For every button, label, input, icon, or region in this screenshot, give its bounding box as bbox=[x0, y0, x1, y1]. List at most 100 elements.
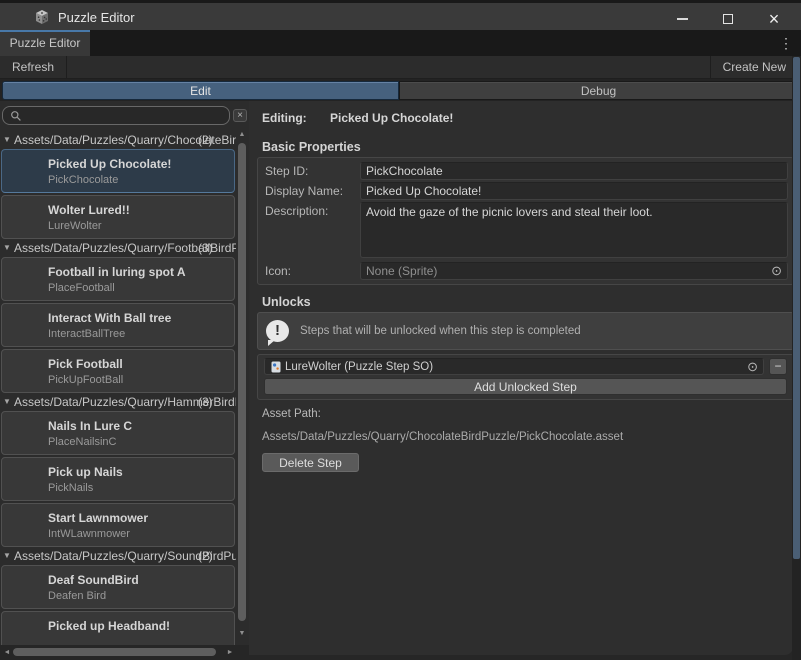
scroll-right-icon[interactable]: ► bbox=[224, 649, 236, 656]
sidebar-hscroll-thumb[interactable] bbox=[13, 648, 216, 656]
close-icon: × bbox=[769, 11, 780, 27]
window-title: Puzzle Editor bbox=[58, 10, 135, 25]
unlocks-help-text: Steps that will be unlocked when this st… bbox=[300, 325, 581, 337]
display-name-row: Display Name: bbox=[265, 182, 788, 200]
refresh-button[interactable]: Refresh bbox=[0, 56, 67, 78]
tab-edit[interactable]: Edit bbox=[2, 81, 399, 100]
puzzle-step-item[interactable]: Wolter Lured!!LureWolter bbox=[1, 195, 235, 239]
foldout-icon: ▼ bbox=[3, 397, 11, 406]
scriptable-object-icon bbox=[270, 361, 282, 373]
scroll-up-icon[interactable]: ▲ bbox=[236, 131, 248, 138]
icon-object-field[interactable]: None (Sprite) ⊙ bbox=[360, 262, 788, 280]
step-id: IntWLawnmower bbox=[48, 528, 130, 540]
puzzle-step-item[interactable]: Start LawnmowerIntWLawnmower bbox=[1, 503, 235, 547]
step-title: Football in luring spot A bbox=[48, 265, 186, 279]
puzzle-step-item[interactable]: Pick Football PickUpFootBall bbox=[1, 349, 235, 393]
search-icon bbox=[10, 110, 22, 122]
step-title: Interact With Ball tree bbox=[48, 311, 171, 325]
step-id-input[interactable] bbox=[360, 162, 788, 180]
description-input[interactable]: Avoid the gaze of the picnic lovers and … bbox=[360, 202, 788, 258]
toolbar: Refresh Create New bbox=[0, 56, 801, 79]
puzzle-editor-window: Puzzle Editor × Puzzle Editor ⋮ Refresh … bbox=[0, 0, 801, 660]
group-count: (3) bbox=[198, 241, 213, 255]
basic-properties-title: Basic Properties bbox=[262, 140, 361, 154]
sidebar: × ▼Assets/Data/Puzzles/Quarry/ChocolateB… bbox=[0, 101, 249, 658]
group-header[interactable]: ▼Assets/Data/Puzzles/Quarry/HammerBirdPu… bbox=[0, 395, 249, 409]
step-id: PickChocolate bbox=[48, 174, 118, 186]
unlock-object-name: LureWolter (Puzzle Step SO) bbox=[285, 361, 747, 373]
window-vertical-scrollbar[interactable] bbox=[792, 56, 801, 660]
step-title: Picked up Headband! bbox=[48, 619, 170, 633]
puzzle-step-item[interactable]: Interact With Ball tree InteractBallTree bbox=[1, 303, 235, 347]
puzzle-step-item[interactable]: Nails In Lure CPlaceNailsinC bbox=[1, 411, 235, 455]
sidebar-horizontal-scrollbar[interactable]: ◄ ► bbox=[0, 645, 249, 659]
exclamation-glyph: ! bbox=[275, 322, 280, 339]
puzzle-step-item[interactable]: Picked Up Chocolate! PickChocolate bbox=[1, 149, 235, 193]
create-new-button[interactable]: Create New bbox=[710, 56, 798, 78]
kebab-menu-icon: ⋮ bbox=[779, 35, 793, 51]
group-header[interactable]: ▼Assets/Data/Puzzles/Quarry/SoundBirdPuz… bbox=[0, 549, 249, 563]
step-id-label: Step ID: bbox=[265, 162, 360, 180]
group-header[interactable]: ▼Assets/Data/Puzzles/Quarry/ChocolateBir… bbox=[0, 133, 249, 147]
search-field[interactable] bbox=[2, 106, 230, 125]
group-header[interactable]: ▼Assets/Data/Puzzles/Quarry/FootballBird… bbox=[0, 241, 249, 255]
puzzle-step-item[interactable]: Pick up NailsPickNails bbox=[1, 457, 235, 501]
minimize-icon bbox=[677, 18, 688, 20]
info-bubble-icon: ! bbox=[266, 320, 289, 342]
unlock-entry: LureWolter (Puzzle Step SO)⊙− bbox=[264, 358, 787, 375]
unlocks-list-box: LureWolter (Puzzle Step SO)⊙− Add Unlock… bbox=[257, 354, 794, 400]
description-row: Description: Avoid the gaze of the picni… bbox=[265, 202, 788, 260]
delete-step-button[interactable]: Delete Step bbox=[262, 453, 359, 472]
tab-bar: Puzzle Editor ⋮ bbox=[0, 30, 801, 56]
unlock-entries: LureWolter (Puzzle Step SO)⊙− bbox=[264, 358, 787, 375]
group-count: (2) bbox=[198, 549, 213, 563]
editing-step-name: Picked Up Chocolate! bbox=[330, 111, 453, 125]
unlocks-title: Unlocks bbox=[262, 295, 311, 309]
icon-row: Icon: None (Sprite) ⊙ bbox=[265, 262, 788, 280]
scroll-left-icon[interactable]: ◄ bbox=[1, 649, 13, 656]
search-clear-button[interactable]: × bbox=[233, 109, 247, 122]
asset-path-value: Assets/Data/Puzzles/Quarry/ChocolateBird… bbox=[262, 431, 623, 443]
step-id: InteractBallTree bbox=[48, 328, 125, 340]
mode-tabs: Edit Debug bbox=[0, 79, 801, 101]
puzzle-step-item[interactable]: Deaf SoundBirdDeafen Bird bbox=[1, 565, 235, 609]
scroll-down-icon[interactable]: ▼ bbox=[236, 630, 248, 637]
step-title: Pick Football bbox=[48, 357, 123, 371]
foldout-icon: ▼ bbox=[3, 551, 11, 560]
icon-label: Icon: bbox=[265, 262, 360, 280]
close-button[interactable]: × bbox=[751, 6, 797, 31]
puzzle-step-item[interactable]: Picked up Headband! bbox=[1, 611, 235, 645]
editing-label: Editing: bbox=[262, 111, 307, 125]
add-unlocked-step-button[interactable]: Add Unlocked Step bbox=[264, 378, 787, 395]
puzzle-step-list: ▼Assets/Data/Puzzles/Quarry/ChocolateBir… bbox=[0, 129, 249, 645]
step-title: Wolter Lured!! bbox=[48, 203, 130, 217]
group-count: (2) bbox=[198, 133, 213, 147]
puzzle-step-item[interactable]: Football in luring spot APlaceFootball bbox=[1, 257, 235, 301]
minimize-button[interactable] bbox=[659, 6, 705, 31]
tab-puzzle-editor[interactable]: Puzzle Editor bbox=[0, 30, 90, 56]
step-title: Pick up Nails bbox=[48, 465, 123, 479]
window-vscroll-thumb[interactable] bbox=[793, 57, 800, 559]
step-id-row: Step ID: bbox=[265, 162, 788, 180]
object-picker-icon[interactable]: ⊙ bbox=[771, 264, 782, 278]
search-input[interactable] bbox=[25, 108, 225, 124]
tab-label: Puzzle Editor bbox=[10, 36, 81, 50]
unlocks-help-box: ! Steps that will be unlocked when this … bbox=[257, 312, 794, 350]
editor-panel: Editing: Picked Up Chocolate! Basic Prop… bbox=[249, 101, 793, 655]
sidebar-vertical-scrollbar[interactable]: ▲ ▼ bbox=[236, 129, 248, 645]
remove-unlock-button[interactable]: − bbox=[769, 358, 787, 375]
maximize-button[interactable] bbox=[705, 6, 751, 31]
step-id: PickUpFootBall bbox=[48, 374, 123, 386]
object-picker-icon[interactable]: ⊙ bbox=[747, 360, 758, 374]
sidebar-vscroll-thumb[interactable] bbox=[238, 143, 246, 621]
unlock-object-field[interactable]: LureWolter (Puzzle Step SO)⊙ bbox=[264, 358, 764, 375]
display-name-input[interactable] bbox=[360, 182, 788, 200]
die-app-icon bbox=[34, 9, 50, 28]
window-controls: × bbox=[659, 6, 797, 31]
basic-properties-box: Step ID: Display Name: Description: Avoi… bbox=[257, 157, 794, 285]
foldout-icon: ▼ bbox=[3, 243, 11, 252]
step-title: Deaf SoundBird bbox=[48, 573, 139, 587]
tab-menu-button[interactable]: ⋮ bbox=[779, 34, 793, 52]
step-title: Picked Up Chocolate! bbox=[48, 157, 171, 171]
tab-debug[interactable]: Debug bbox=[399, 81, 798, 100]
